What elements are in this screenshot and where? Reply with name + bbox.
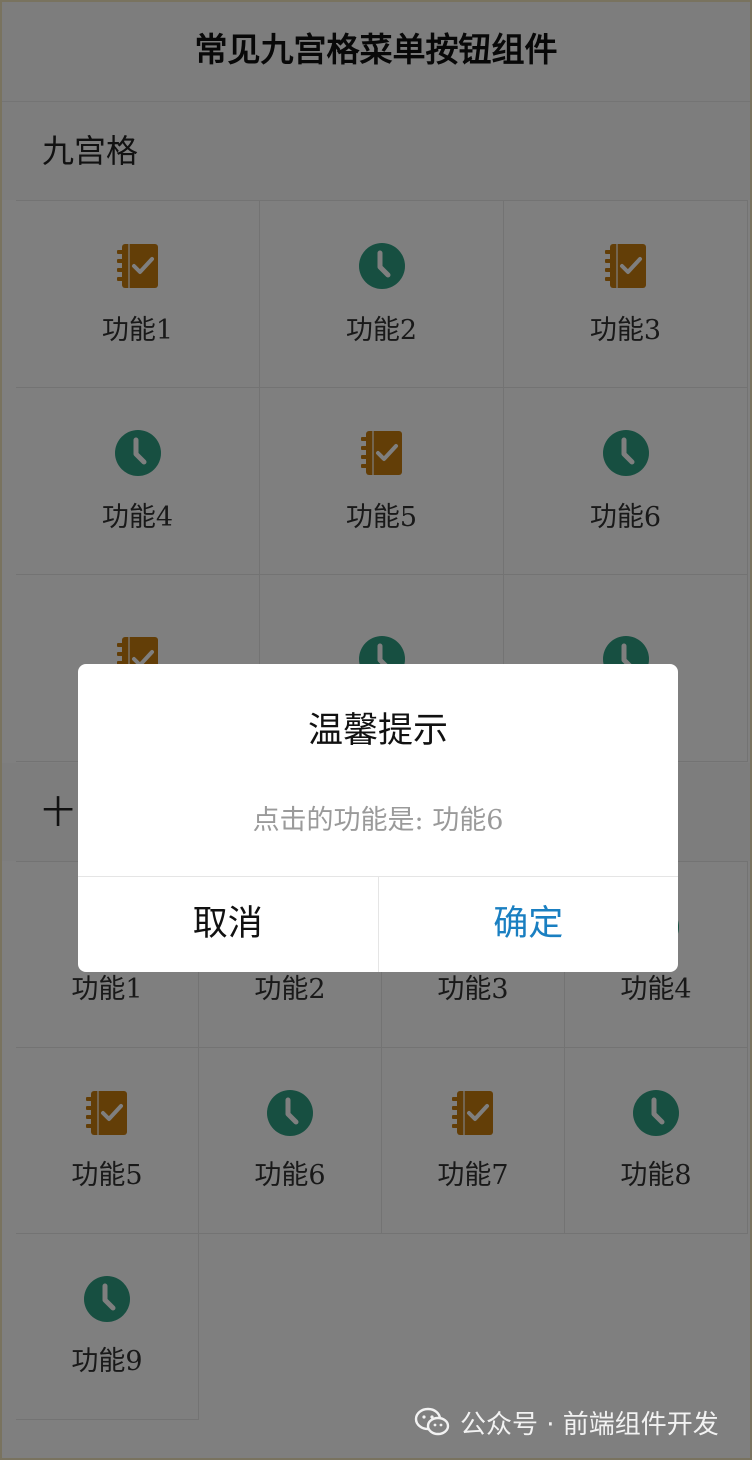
dialog-button-row: 取消 确定 — [78, 876, 678, 972]
dialog-message: 点击的功能是: 功能6 — [252, 805, 504, 836]
confirm-button[interactable]: 确定 — [379, 877, 679, 972]
alert-dialog: 温馨提示 点击的功能是: 功能6 取消 确定 — [78, 664, 678, 972]
watermark: 公众号 · 前端组件开发 — [414, 1400, 719, 1444]
dialog-title: 温馨提示 — [307, 711, 448, 751]
cancel-button[interactable]: 取消 — [78, 877, 379, 972]
wechat-icon — [414, 1407, 450, 1436]
watermark-text: 公众号 · 前端组件开发 — [460, 1409, 719, 1440]
